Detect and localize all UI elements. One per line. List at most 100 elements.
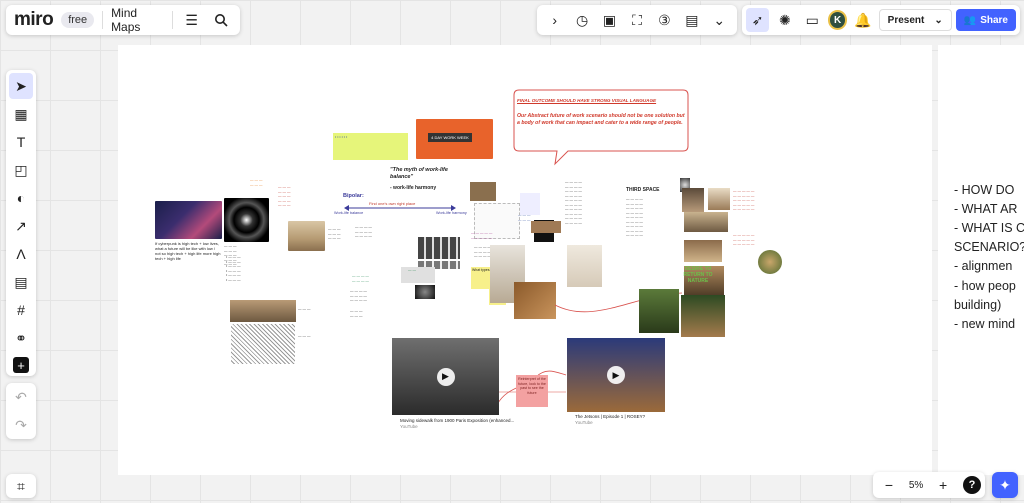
final-outcome-body: Our Abstract future of work scenario sho… (517, 113, 685, 126)
timer-icon[interactable]: ◷ (570, 8, 594, 32)
celebrate-icon[interactable]: ✺ (773, 8, 796, 32)
work-life-balance-label: Work-life balance (334, 211, 364, 215)
cursor-icon[interactable]: ➤ (9, 73, 33, 99)
board-title[interactable]: Mind Maps (111, 6, 164, 34)
sketch-caption-1: — — — (298, 307, 311, 311)
zoom-out-button[interactable]: − (877, 473, 901, 497)
right-frame-line: SCENARIO? (954, 240, 1024, 254)
present-button[interactable]: Present ⌄ (878, 9, 952, 31)
red-bullet-list: — — — — — — — — — — — — — — — — — — — — — — … (733, 189, 755, 211)
zoom-level[interactable]: 5% (909, 480, 923, 491)
image-grid[interactable] (418, 237, 460, 259)
video1-title: Moving sidewalk from 1900 Paris Expositi… (400, 418, 515, 423)
share-button[interactable]: 👥 Share (955, 9, 1016, 31)
city-sketch[interactable] (231, 324, 295, 364)
dark-globe-image[interactable] (415, 285, 435, 299)
final-outcome-title: FINAL OUTCOME SHOULD HAVE STRONG VISUAL … (517, 98, 657, 103)
spiral-image[interactable] (224, 198, 269, 242)
bell-icon[interactable]: 🔔 (851, 8, 874, 32)
focus-icon[interactable]: ⛶ (625, 8, 649, 32)
redo-icon[interactable]: ↷ (9, 413, 33, 437)
right-frame-line: - alignmen (954, 259, 1013, 273)
divider (171, 11, 173, 29)
middle-text-block: — — — — — — — — — — — — (355, 225, 372, 238)
play-icon[interactable]: ▶ (607, 366, 625, 384)
undo-redo-bar: ↶ ↷ (6, 383, 36, 439)
chevron-down-icon[interactable]: ⌄ (934, 15, 942, 26)
avatar[interactable]: K (827, 10, 848, 30)
chevrons-down-icon[interactable]: ⌄ (707, 8, 731, 32)
green-caption: — — — — — — — — (352, 274, 369, 283)
sticky-note-pink[interactable]: Reinterpret of the future, look to the p… (516, 375, 548, 407)
left-toolbar: ➤ ▦ T ◰ ◐ ↗ Ʌ ▤ # ⚭ + (6, 70, 36, 376)
sticky-note-icon[interactable]: ◰ (9, 157, 33, 183)
chevron-right-icon[interactable]: › (543, 8, 567, 32)
help-button[interactable]: ? (963, 476, 982, 494)
diagram-icon[interactable]: ⚭ (9, 325, 33, 351)
ai-assist-button[interactable]: ✦ (992, 472, 1018, 498)
long-text-column: — — — — — — — — — — — — — — — — — — — — — — —… (565, 180, 582, 225)
forest-round-image[interactable] (758, 250, 782, 274)
interior-image-1[interactable] (684, 240, 722, 262)
sparkle-icon: ✦ (999, 476, 1011, 493)
earthy-building-image[interactable] (514, 282, 556, 319)
frames-panel-button[interactable]: ⌗ (6, 474, 36, 498)
left-text-list: • — — — • — — — • — — — • — — — • — — — • — —… (226, 255, 241, 282)
video-moving-sidewalk[interactable]: ▶ (392, 338, 499, 415)
card-3-icon[interactable]: ③ (652, 8, 676, 32)
comment-icon[interactable]: ▤ (9, 269, 33, 295)
sculpture-image-2[interactable] (567, 245, 602, 287)
plus-icon[interactable]: + (13, 357, 29, 373)
bus-sketch[interactable] (230, 300, 296, 322)
zoom-in-button[interactable]: + (931, 473, 955, 497)
shelf-image[interactable] (708, 188, 730, 210)
bipolar-label: Bipolar: (343, 193, 364, 199)
bike-sketch[interactable] (520, 193, 540, 215)
text-icon[interactable]: T (9, 129, 33, 155)
board-frame-main[interactable]: FINAL OUTCOME SHOULD HAVE STRONG VISUAL … (118, 45, 932, 475)
undo-icon[interactable]: ↶ (9, 385, 33, 409)
right-frame-line: - HOW DO (954, 183, 1015, 197)
miro-logo[interactable]: miro (14, 9, 54, 31)
frame-icon[interactable]: # (9, 297, 33, 323)
top-tools-bar: › ◷ ▣ ⛶ ③ ▤ ⌄ (537, 5, 737, 35)
top-right-bar: ➶ ✺ ▭ K 🔔 Present ⌄ 👥 Share (742, 5, 1020, 35)
orange-annotation: — — — — — — (250, 178, 263, 187)
third-space-text: — — — — — — — — — — — — — — — — — — — — — — —… (626, 197, 643, 237)
cube-label: 4 DAY WORK WEEK (428, 133, 472, 142)
nature-image-1[interactable] (639, 289, 679, 333)
fresco-image[interactable] (288, 221, 325, 251)
green-note[interactable]: • • • • • • (333, 133, 408, 160)
lounge-image[interactable] (684, 212, 728, 232)
board-frame-right[interactable]: - HOW DO - WHAT AR - WHAT IS C SCENARIO?… (938, 45, 1024, 475)
right-frame-line: - WHAT IS C (954, 221, 1024, 235)
video2-source: YouTube (575, 420, 593, 425)
shapes-icon[interactable]: ◐ (9, 185, 33, 211)
comments-icon[interactable]: ▭ (801, 8, 824, 32)
plan-badge[interactable]: free (61, 12, 95, 28)
table-icon[interactable]: ▦ (9, 101, 33, 127)
architecture-image[interactable] (682, 188, 704, 212)
right-frame-line: building) (954, 298, 1002, 312)
work-life-harmony-label: Work-life harmony (436, 211, 467, 215)
frames-icon: ⌗ (17, 477, 25, 494)
play-icon[interactable]: ▶ (436, 367, 455, 386)
notes-icon[interactable]: ▤ (680, 8, 704, 32)
video-jetsons[interactable]: ▶ (567, 338, 665, 412)
nature-image-2[interactable] (681, 295, 725, 337)
share-label: Share (980, 14, 1008, 26)
pen-icon[interactable]: Ʌ (9, 241, 33, 267)
building-image[interactable] (470, 182, 496, 201)
right-frame-line: - how peop (954, 279, 1016, 293)
bottom-text: — — — — — — (350, 309, 363, 318)
brown-card[interactable] (531, 221, 561, 233)
hamburger-icon[interactable]: ☰ (181, 8, 203, 32)
right-frame-line: - WHAT AR (954, 202, 1018, 216)
present-label: Present (887, 14, 925, 26)
reaction-cursor-icon[interactable]: ➶ (746, 8, 770, 32)
cyberpunk-image[interactable] (155, 201, 222, 239)
four-day-week-image[interactable]: 4 DAY WORK WEEK (416, 119, 493, 159)
voting-icon[interactable]: ▣ (598, 8, 622, 32)
search-icon[interactable] (210, 8, 232, 32)
connector-icon[interactable]: ↗ (9, 213, 33, 239)
